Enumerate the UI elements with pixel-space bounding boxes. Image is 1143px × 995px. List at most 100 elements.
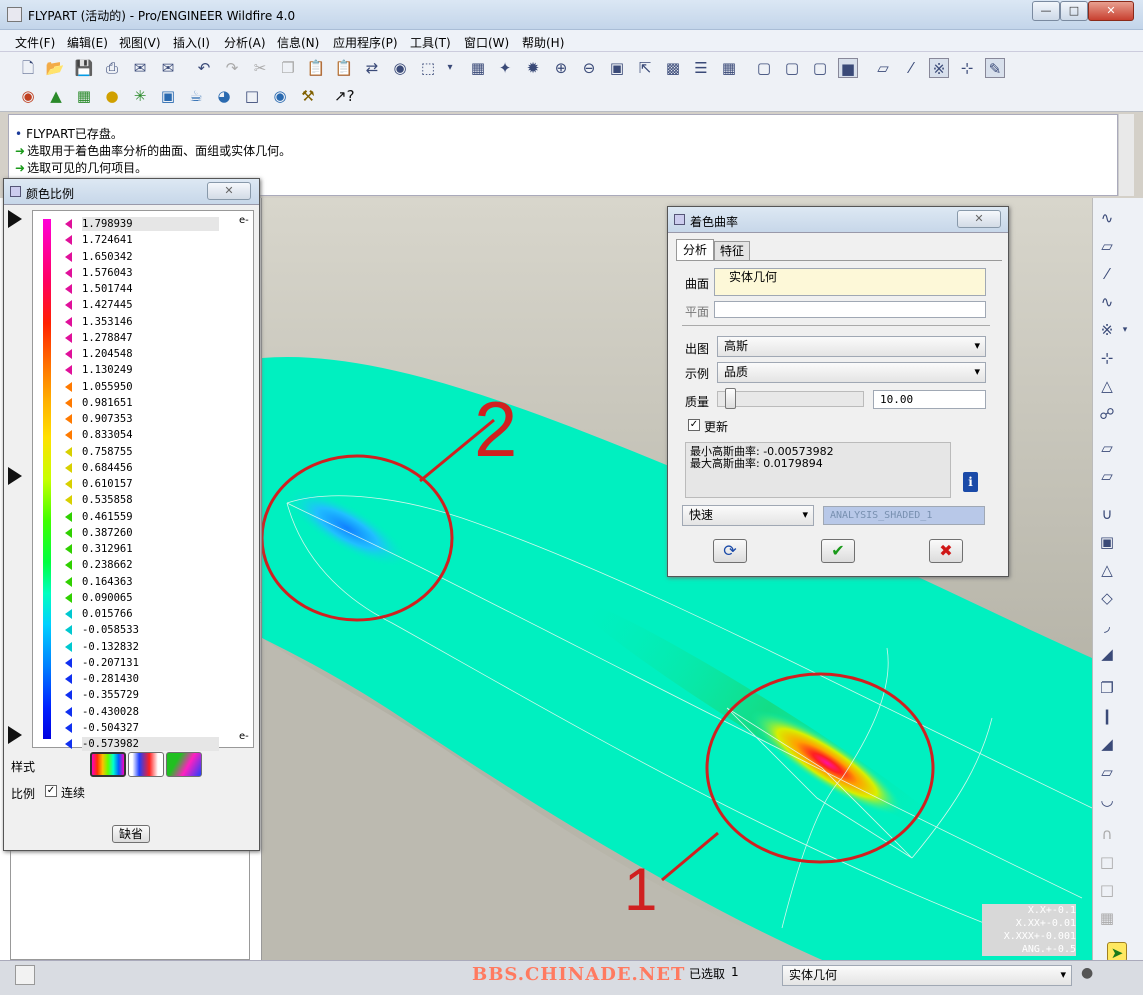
bulb-icon[interactable]: ● — [102, 86, 122, 106]
sketch-tool-icon[interactable]: ▱ — [1097, 438, 1117, 458]
surface-icon[interactable]: ▱ — [1097, 762, 1117, 782]
analysis-feature-icon[interactable]: △ — [1097, 376, 1117, 396]
csys-feature-icon[interactable]: ⊹ — [1097, 348, 1117, 368]
selection-filter-select[interactable]: 实体几何 — [782, 965, 1072, 986]
undo-icon[interactable]: ↶ — [194, 58, 214, 78]
annotation-display-icon[interactable]: ✎ — [985, 58, 1005, 78]
layers-icon[interactable]: ☰ — [691, 58, 711, 78]
repaint-icon[interactable]: ▦ — [468, 58, 488, 78]
message-scrollbar[interactable] — [1118, 114, 1134, 196]
view-manager-icon[interactable]: ▦ — [719, 58, 739, 78]
save-icon[interactable]: 💾 — [74, 58, 94, 78]
orient-mode-icon[interactable]: ✹ — [523, 58, 543, 78]
display-select[interactable]: 品质 — [717, 362, 986, 383]
quality-slider-thumb[interactable] — [725, 388, 736, 409]
model-tree-icon[interactable]: ◉ — [18, 86, 38, 106]
datum-planes-icon[interactable]: ▱ — [873, 58, 893, 78]
select-box-icon[interactable]: ⬚ — [418, 58, 438, 78]
email-icon[interactable]: ✉ — [158, 58, 178, 78]
shaded-dialog-close-button[interactable]: ✕ — [957, 210, 1001, 228]
csys-icon[interactable]: ⊹ — [957, 58, 977, 78]
terrain-icon[interactable]: ▲ — [46, 86, 66, 106]
scale-top-pointer-icon[interactable] — [8, 210, 22, 228]
paste-special-icon[interactable]: 📋 — [334, 58, 354, 78]
find-icon[interactable]: ◉ — [390, 58, 410, 78]
ok-button[interactable]: ✔ — [821, 539, 855, 563]
surface-collector[interactable]: 实体几何 — [714, 268, 986, 296]
cut-icon[interactable]: ✂ — [250, 58, 270, 78]
datum-points-icon[interactable]: ※ — [929, 58, 949, 78]
style-spectrum-button[interactable] — [90, 752, 126, 777]
color-scale-close-button[interactable]: ✕ — [207, 182, 251, 200]
trim-icon[interactable]: ∩ — [1097, 824, 1117, 844]
analysis-name-field[interactable]: ANALYSIS_SHADED_1 — [823, 506, 985, 525]
curve-icon[interactable]: ∿ — [1097, 292, 1117, 312]
saved-views-icon[interactable]: ▩ — [663, 58, 683, 78]
plane-collector[interactable] — [714, 301, 986, 318]
sketch-tool2-icon[interactable]: ▱ — [1097, 466, 1117, 486]
offset-icon[interactable]: □ — [1097, 852, 1117, 872]
regenerate-icon[interactable]: ⇄ — [362, 58, 382, 78]
style-rb-button[interactable] — [128, 752, 164, 777]
no-hidden-icon[interactable]: ▢ — [810, 58, 830, 78]
point-icon[interactable]: ※ — [1097, 320, 1117, 340]
menu-help[interactable]: 帮助(H) — [522, 34, 564, 51]
shading-icon[interactable]: ■ — [838, 58, 858, 78]
menu-file[interactable]: 文件(F) — [15, 34, 55, 51]
send-icon[interactable]: ✉ — [130, 58, 150, 78]
environment-icon[interactable]: ◉ — [270, 86, 290, 106]
maximize-button[interactable]: □ — [1060, 1, 1088, 21]
thicken-icon[interactable]: □ — [1097, 880, 1117, 900]
mirror-icon[interactable]: ❙ — [1097, 706, 1117, 726]
redo-icon[interactable]: ↷ — [222, 58, 242, 78]
reorient-icon[interactable]: ⇱ — [635, 58, 655, 78]
tools-icon[interactable]: ⚒ — [298, 86, 318, 106]
default-button[interactable]: 缺省 — [112, 825, 150, 843]
blend-icon[interactable]: ◇ — [1097, 588, 1117, 608]
minimize-button[interactable]: — — [1032, 1, 1060, 21]
menu-insert[interactable]: 插入(I) — [173, 34, 210, 51]
hidden-line-icon[interactable]: ▢ — [782, 58, 802, 78]
tab-analysis[interactable]: 分析 — [676, 239, 714, 261]
boundary-icon[interactable]: ◡ — [1097, 790, 1117, 810]
plane-icon[interactable]: ▱ — [1097, 236, 1117, 256]
scale-mid-pointer-icon[interactable] — [8, 467, 22, 485]
cancel-button[interactable]: ✖ — [929, 539, 963, 563]
menu-edit[interactable]: 编辑(E) — [67, 34, 108, 51]
revolve-icon[interactable]: ▣ — [1097, 532, 1117, 552]
copy-icon[interactable]: ❐ — [278, 58, 298, 78]
menu-info[interactable]: 信息(N) — [277, 34, 319, 51]
output-select[interactable]: 高斯 — [717, 336, 986, 357]
axis-icon[interactable]: ⁄ — [1097, 264, 1117, 284]
next-step-icon[interactable]: ➤ — [1107, 942, 1127, 962]
status-icon-left[interactable] — [15, 965, 35, 985]
context-help-icon[interactable]: ↗? — [334, 86, 355, 106]
chamfer-icon[interactable]: ◢ — [1097, 644, 1117, 664]
menu-tools[interactable]: 工具(T) — [410, 34, 451, 51]
print-icon[interactable]: ⎙ — [102, 58, 122, 78]
grid-icon[interactable]: ▦ — [74, 86, 94, 106]
paste-icon[interactable]: 📋 — [306, 58, 326, 78]
menu-applications[interactable]: 应用程序(P) — [333, 34, 398, 51]
mode-select[interactable]: 快速 — [682, 505, 814, 526]
continuous-checkbox[interactable]: ✓ — [45, 785, 57, 797]
appearance-icon[interactable]: ◕ — [214, 86, 234, 106]
quality-input[interactable]: 10.00 — [873, 390, 986, 409]
scale-bottom-pointer-icon[interactable] — [8, 726, 22, 744]
menu-analysis[interactable]: 分析(A) — [224, 34, 266, 51]
style-3d-button[interactable] — [166, 752, 202, 777]
light-icon[interactable]: ✳ — [130, 86, 150, 106]
wireframe-icon[interactable]: ▢ — [754, 58, 774, 78]
refit-icon[interactable]: ▣ — [607, 58, 627, 78]
extrude-icon[interactable]: ∪ — [1097, 504, 1117, 524]
select-dropdown-icon[interactable]: ▾ — [440, 58, 460, 78]
zoom-out-icon[interactable]: ⊖ — [579, 58, 599, 78]
info-icon[interactable]: i — [963, 472, 978, 492]
scene-icon[interactable]: ▣ — [158, 86, 178, 106]
quality-slider-track[interactable] — [717, 391, 864, 407]
point-dropdown-icon[interactable]: ▾ — [1120, 320, 1130, 340]
menu-view[interactable]: 视图(V) — [119, 34, 161, 51]
zoom-in-icon[interactable]: ⊕ — [551, 58, 571, 78]
repeat-button[interactable]: ⟳ — [713, 539, 747, 563]
sweep-icon[interactable]: △ — [1097, 560, 1117, 580]
